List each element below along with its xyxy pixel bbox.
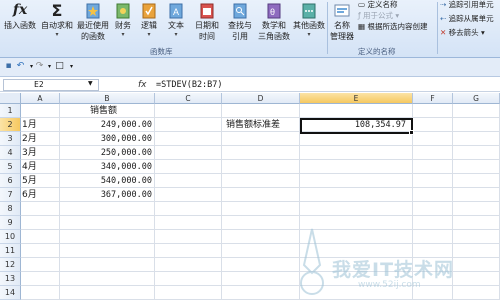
column-header-b[interactable]: B: [60, 93, 155, 104]
fx-icon: fx: [12, 2, 28, 18]
undo-icon[interactable]: ↶: [15, 61, 26, 72]
cell-b2[interactable]: 249,000.00: [60, 118, 152, 132]
cell-b7[interactable]: 367,000.00: [60, 188, 152, 202]
remove-arrows-button[interactable]: ✕ 移去箭头 ▾: [440, 28, 485, 38]
name-manager-button[interactable]: 名称 管理器: [329, 2, 355, 42]
logical-book-icon: [141, 2, 157, 19]
autosum-button[interactable]: Σ 自动求和 ▾: [40, 2, 74, 39]
sigma-icon: Σ: [51, 1, 63, 20]
calendar-book-icon: [199, 2, 215, 19]
remove-arrows-icon: ✕: [440, 28, 449, 37]
create-from-selection-button[interactable]: ▦ 根据所选内容创建: [358, 22, 427, 32]
lookup-book-icon: [232, 2, 248, 19]
watermark-url: www.52ij.com: [358, 280, 421, 290]
cell-b4[interactable]: 250,000.00: [60, 146, 152, 160]
ribbon: fx 插入函数 Σ 自动求和 ▾ 最近使用 的函数 财务 ▾ 逻辑 ▾ A 文本…: [0, 0, 500, 58]
quick-access-toolbar: ▪ ↶ ▾ ↷ ▾ □ ▾: [0, 58, 500, 77]
financial-book-icon: [115, 2, 131, 19]
row-header-4[interactable]: 4: [0, 146, 21, 160]
column-header-c[interactable]: C: [155, 93, 222, 104]
row-header-9[interactable]: 9: [0, 216, 21, 230]
group-separator: [327, 2, 328, 54]
trace-dependents-button[interactable]: ⇠ 追踪从属单元: [440, 14, 494, 24]
cell-b5[interactable]: 340,000.00: [60, 160, 152, 174]
math-book-icon: θ: [266, 2, 282, 19]
save-icon[interactable]: ▪: [3, 61, 14, 72]
customize-qat-icon[interactable]: ▾: [66, 61, 77, 72]
cell-a3[interactable]: 2月: [22, 132, 59, 146]
svg-text:θ: θ: [270, 7, 275, 17]
datetime-button[interactable]: 日期和 时间: [192, 2, 222, 42]
cell-a6[interactable]: 5月: [22, 174, 59, 188]
financial-button[interactable]: 财务 ▾: [112, 2, 134, 39]
row-header-8[interactable]: 8: [0, 202, 21, 216]
recently-used-button[interactable]: 最近使用 的函数: [77, 2, 109, 42]
chevron-down-icon: ▾: [478, 28, 485, 37]
row-header-2[interactable]: 2: [0, 118, 21, 132]
column-header-g[interactable]: G: [453, 93, 500, 104]
trace-arrow-icon: ⇢: [440, 0, 449, 9]
name-tag-icon: [334, 2, 350, 19]
new-document-icon[interactable]: □: [54, 61, 65, 72]
fill-handle[interactable]: [409, 130, 414, 135]
star-book-icon: [85, 2, 101, 19]
cell-b1[interactable]: 销售额: [90, 104, 150, 118]
chevron-down-icon: ▾: [174, 31, 178, 38]
svg-text:A: A: [173, 7, 179, 17]
row-header-3[interactable]: 3: [0, 132, 21, 146]
row-header-7[interactable]: 7: [0, 188, 21, 202]
column-header-e[interactable]: E: [300, 93, 413, 104]
chevron-down-icon[interactable]: ▼: [88, 80, 93, 87]
row-header-12[interactable]: 12: [0, 258, 21, 272]
name-box[interactable]: E2: [3, 79, 99, 91]
insert-function-button[interactable]: fx 插入函数: [2, 2, 38, 31]
chevron-down-icon: ▾: [147, 31, 151, 38]
chevron-down-icon: ▾: [307, 31, 311, 38]
select-all-corner[interactable]: [0, 93, 21, 104]
cell-a5[interactable]: 4月: [22, 160, 59, 174]
trace-dependents-icon: ⇠: [440, 14, 449, 23]
column-header-d[interactable]: D: [222, 93, 300, 104]
formula-input[interactable]: =STDEV(B2:B7): [156, 79, 223, 91]
row-header-11[interactable]: 11: [0, 244, 21, 258]
text-book-icon: A: [168, 2, 184, 19]
row-header-1[interactable]: 1: [0, 104, 21, 118]
cell-d2[interactable]: 销售额标准差: [226, 118, 298, 132]
watermark: 我爱IT技术网 www.52ij.com: [282, 225, 497, 297]
watermark-text: 我爱IT技术网: [332, 259, 455, 281]
trace-precedents-button[interactable]: ⇢ 追踪引用单元: [440, 0, 494, 10]
row-header-10[interactable]: 10: [0, 230, 21, 244]
cell-a4[interactable]: 3月: [22, 146, 59, 160]
row-header-14[interactable]: 14: [0, 286, 21, 300]
chevron-down-icon: ▾: [121, 31, 125, 38]
row-header-5[interactable]: 5: [0, 160, 21, 174]
formula-bar: E2 ▼ fx =STDEV(B2:B7): [0, 78, 500, 92]
grid-line: [21, 215, 500, 216]
row-header-13[interactable]: 13: [0, 272, 21, 286]
active-cell-border: [300, 118, 413, 134]
cell-a2[interactable]: 1月: [22, 118, 59, 132]
group-separator: [437, 2, 438, 54]
chevron-down-icon: ▾: [393, 11, 400, 20]
function-library-group-label: 函数库: [150, 47, 173, 56]
column-header-a[interactable]: A: [21, 93, 60, 104]
more-functions-button[interactable]: 其他函数 ▾: [291, 2, 327, 39]
define-name-button[interactable]: ▭ 定义名称: [358, 0, 397, 10]
lookup-reference-button[interactable]: 查找与 引用: [224, 2, 256, 42]
more-book-icon: [301, 2, 317, 19]
fx-icon[interactable]: fx: [138, 79, 147, 91]
math-trig-button[interactable]: θ 数学和 三角函数: [257, 2, 291, 42]
text-button[interactable]: A 文本 ▾: [164, 2, 188, 39]
column-header-f[interactable]: F: [413, 93, 453, 104]
cell-a7[interactable]: 6月: [22, 188, 59, 202]
cell-b6[interactable]: 540,000.00: [60, 174, 152, 188]
chevron-down-icon: ▾: [55, 31, 59, 38]
logical-button[interactable]: 逻辑 ▾: [138, 2, 160, 39]
defined-names-group-label: 定义的名称: [358, 47, 396, 56]
row-header-6[interactable]: 6: [0, 174, 21, 188]
use-in-formula-button[interactable]: ƒ 用于公式 ▾: [358, 11, 399, 21]
cell-b3[interactable]: 300,000.00: [60, 132, 152, 146]
